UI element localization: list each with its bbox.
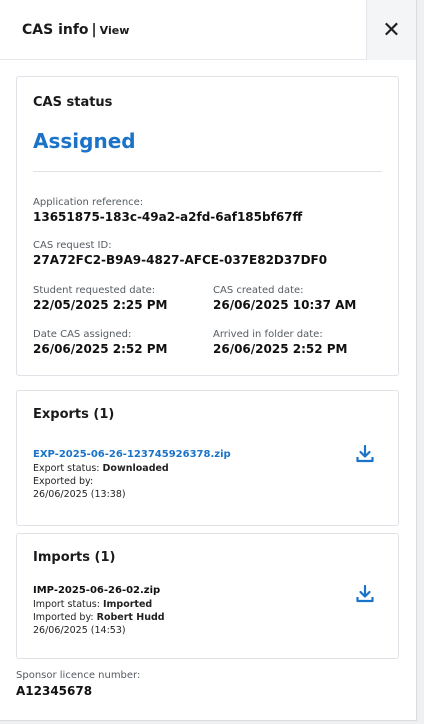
close-icon: ✕ [382, 17, 401, 43]
export-status: Export status: Downloaded [33, 463, 169, 475]
cas-created-date-field: CAS created date: 26/06/2025 10:37 AM [213, 284, 356, 313]
title-separator: | [91, 22, 97, 38]
cas-created-date-label: CAS created date: [213, 285, 304, 296]
panel-title: CAS info | View [22, 22, 129, 38]
view-mode-label: View [99, 24, 130, 37]
exported-by-label: Exported by: [33, 476, 94, 487]
cas-request-id-label: CAS request ID: [33, 240, 112, 251]
import-timestamp: 26/06/2025 (14:53) [33, 625, 126, 636]
student-requested-date-value: 22/05/2025 2:25 PM [33, 298, 168, 312]
arrived-in-folder-date-value: 26/06/2025 2:52 PM [213, 342, 348, 356]
date-cas-assigned-value: 26/06/2025 2:52 PM [33, 342, 168, 356]
export-status-value: Downloaded [102, 463, 169, 474]
imported-by-label: Imported by: [33, 612, 94, 623]
date-cas-assigned-label: Date CAS assigned: [33, 329, 132, 340]
application-reference-label: Application reference: [33, 197, 144, 208]
status-divider [33, 171, 382, 172]
arrived-in-folder-date-label: Arrived in folder date: [213, 329, 323, 340]
imported-by-value: Robert Hudd [96, 612, 165, 623]
cas-request-id-value: 27A72FC2-B9A9-4827-AFCE-037E82D37DF0 [33, 253, 328, 267]
import-status-label: Import status: [33, 599, 100, 610]
exports-card: Exports (1) EXP-2025-06-26-123745926378.… [16, 390, 399, 526]
download-icon[interactable] [356, 585, 374, 603]
application-reference-value: 13651875-183c-49a2-a2fd-6af185bf67ff [33, 210, 303, 224]
cas-status-heading: CAS status [33, 95, 113, 110]
exported-by: Exported by: [33, 476, 93, 488]
cas-status-card: CAS status Assigned Application referenc… [16, 76, 399, 376]
imports-card: Imports (1) IMP-2025-06-26-02.zip Import… [16, 533, 399, 659]
student-requested-date-field: Student requested date: 22/05/2025 2:25 … [33, 284, 168, 313]
download-icon[interactable] [356, 445, 374, 463]
export-status-label: Export status: [33, 463, 100, 474]
sponsor-licence-value: A12345678 [16, 684, 93, 698]
exports-heading: Exports (1) [33, 407, 115, 422]
import-file-name: IMP-2025-06-26-02.zip [33, 585, 161, 596]
application-reference-field: Application reference: 13651875-183c-49a… [33, 196, 302, 225]
cas-status-value: Assigned [33, 129, 136, 153]
panel-header: CAS info | View ✕ [0, 0, 416, 60]
export-timestamp: 26/06/2025 (13:38) [33, 489, 126, 500]
cas-info-panel: CAS info | View ✕ CAS status Assigned Appl… [0, 0, 417, 721]
panel-title-text: CAS info [22, 22, 89, 38]
arrived-in-folder-date-field: Arrived in folder date: 26/06/2025 2:52 … [213, 328, 348, 357]
student-requested-date-label: Student requested date: [33, 285, 156, 296]
cas-created-date-value: 26/06/2025 10:37 AM [213, 298, 357, 312]
cas-request-id-field: CAS request ID: 27A72FC2-B9A9-4827-AFCE-… [33, 239, 327, 268]
import-status: Import status: Imported [33, 599, 152, 611]
sponsor-licence-label: Sponsor licence number: [16, 670, 141, 681]
imports-heading: Imports (1) [33, 550, 116, 565]
imported-by: Imported by: Robert Hudd [33, 612, 165, 624]
export-file-link[interactable]: EXP-2025-06-26-123745926378.zip [33, 449, 231, 460]
date-cas-assigned-field: Date CAS assigned: 26/06/2025 2:52 PM [33, 328, 168, 357]
import-status-value: Imported [102, 599, 153, 610]
close-button[interactable]: ✕ [366, 0, 416, 60]
